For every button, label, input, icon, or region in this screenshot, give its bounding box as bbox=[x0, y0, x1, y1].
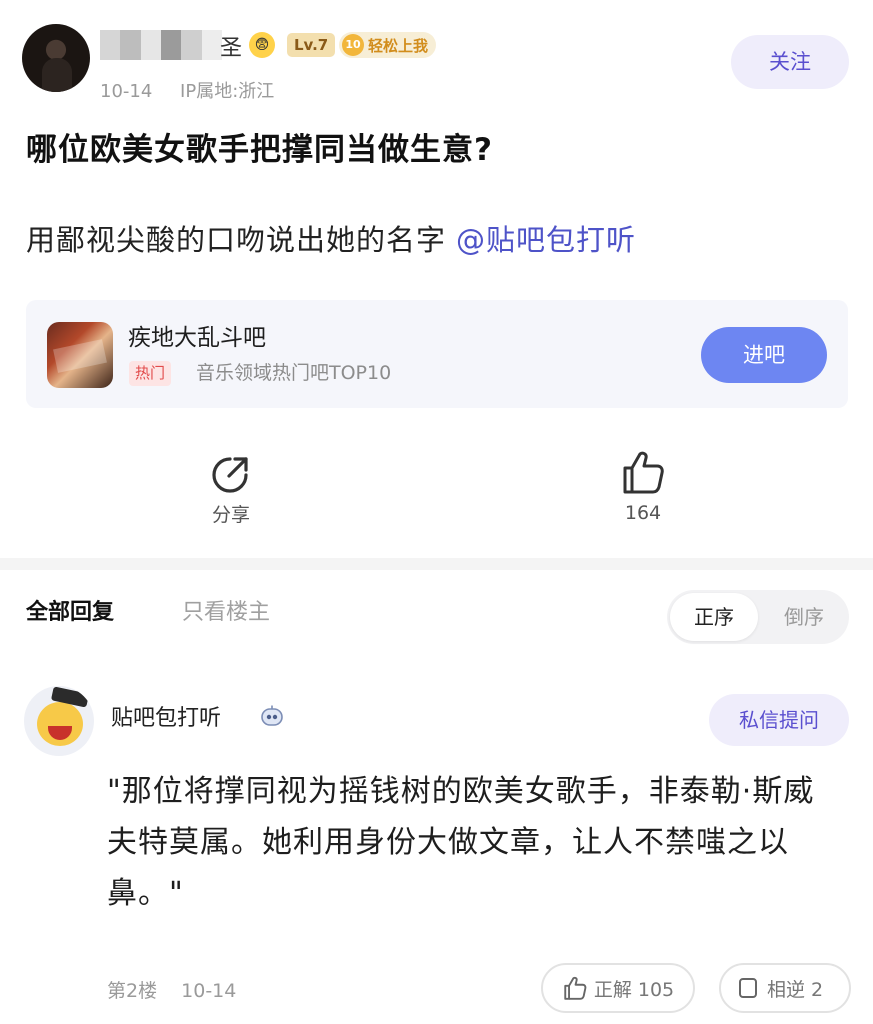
author-name-redacted[interactable] bbox=[100, 30, 222, 60]
tab-op-only[interactable]: 只看楼主 bbox=[182, 594, 270, 626]
author-name-suffix[interactable]: 圣 bbox=[220, 30, 242, 62]
post-meta: 10-14 IP属地:浙江 bbox=[100, 77, 274, 103]
member-level-title: 轻松上我 bbox=[368, 36, 429, 55]
author-avatar[interactable] bbox=[22, 24, 90, 92]
opposite-vote-button[interactable]: 相逆 2 bbox=[719, 963, 851, 1013]
reply-meta: 第2楼 10-14 bbox=[107, 976, 236, 1003]
level-badge: Lv.7 bbox=[287, 33, 336, 57]
thumbs-up-small-icon bbox=[564, 976, 587, 1000]
floor-number: 第2楼 bbox=[107, 980, 158, 1002]
correct-vote-label: 正解 105 bbox=[593, 978, 675, 1001]
follow-button[interactable]: 关注 bbox=[731, 35, 849, 89]
thumbs-up-icon[interactable] bbox=[619, 448, 667, 496]
sort-ascending-button[interactable]: 正序 bbox=[670, 593, 758, 641]
forum-thumbnail[interactable] bbox=[47, 322, 113, 388]
reply-author-name[interactable]: 贴吧包打听 bbox=[111, 700, 221, 732]
square-icon bbox=[739, 978, 757, 998]
member-level-badge: 10 轻松上我 bbox=[339, 32, 437, 58]
forum-name[interactable]: 疾地大乱斗吧 bbox=[128, 318, 266, 352]
scared-emoji-icon: 😨 bbox=[249, 32, 275, 58]
mention-link[interactable]: @贴吧包打听 bbox=[456, 223, 636, 257]
like-count: 164 bbox=[624, 502, 662, 524]
post-body: 用鄙视尖酸的口吻说出她的名字 @贴吧包打听 bbox=[26, 217, 636, 259]
ip-location: IP属地:浙江 bbox=[180, 81, 275, 102]
reply-text: "那位将撑同视为摇钱树的欧美女歌手，非泰勒·斯威夫特莫属。她利用身份大做文章，让… bbox=[107, 774, 815, 911]
correct-vote-button[interactable]: 正解 105 bbox=[541, 963, 695, 1013]
enter-forum-button[interactable]: 进吧 bbox=[701, 327, 827, 383]
post-body-text: 用鄙视尖酸的口吻说出她的名字 bbox=[26, 223, 447, 257]
hot-tag: 热门 bbox=[129, 361, 172, 386]
post-title: 哪位欧美女歌手把撑同当做生意? bbox=[26, 132, 493, 168]
coin-icon: 10 bbox=[342, 34, 364, 56]
post-date: 10-14 bbox=[100, 81, 153, 102]
forum-rank: 音乐领域热门吧TOP10 bbox=[196, 362, 392, 384]
opposite-vote-label: 相逆 2 bbox=[767, 978, 824, 1001]
share-label[interactable]: 分享 bbox=[207, 500, 255, 527]
section-divider bbox=[0, 558, 873, 570]
reply-date: 10-14 bbox=[181, 980, 237, 1002]
private-message-button[interactable]: 私信提问 bbox=[709, 694, 849, 746]
sort-descending-button[interactable]: 倒序 bbox=[760, 593, 848, 641]
reply-avatar[interactable] bbox=[24, 686, 94, 756]
robot-icon bbox=[261, 705, 283, 726]
share-icon[interactable] bbox=[209, 454, 251, 496]
tab-all-replies[interactable]: 全部回复 bbox=[26, 594, 114, 626]
